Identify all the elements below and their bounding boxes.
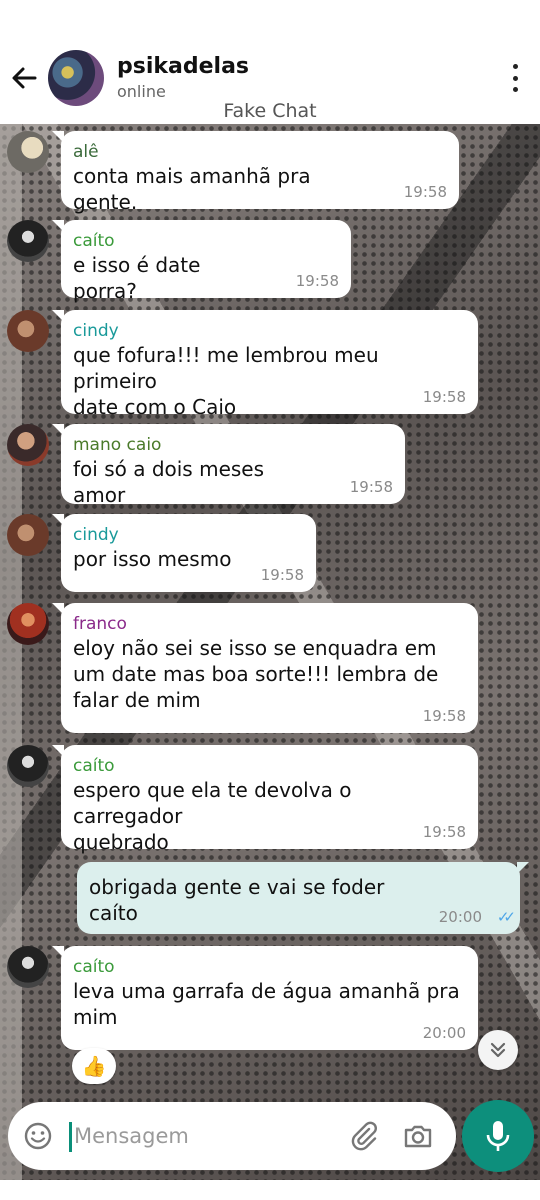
read-ticks-icon: ✓✓ — [496, 908, 516, 926]
sender-name: cindy — [73, 321, 119, 341]
emoji-icon[interactable] — [22, 1120, 54, 1152]
message-time: 20:00 — [422, 1024, 466, 1042]
avatar[interactable] — [7, 946, 49, 988]
camera-icon[interactable] — [402, 1120, 434, 1152]
chat-avatar[interactable] — [48, 50, 104, 106]
avatar[interactable] — [7, 424, 49, 466]
watermark-label: Fake Chat — [223, 100, 317, 122]
message-time: 19:58 — [260, 566, 304, 584]
avatar[interactable] — [7, 745, 49, 787]
message-time: 19:58 — [422, 388, 466, 406]
message-text: que fofura!!! me lembrou meu primeiro — [73, 343, 379, 393]
message-bubble[interactable]: franco eloy não sei se isso se enquadra … — [52, 603, 478, 733]
scroll-down-button[interactable] — [478, 1030, 518, 1070]
sender-name: mano caio — [73, 435, 162, 455]
message-text: foi só a dois meses amor — [73, 457, 265, 507]
sender-name: caíto — [73, 231, 115, 251]
message-text: quebrado — [73, 830, 169, 854]
avatar[interactable] — [7, 603, 49, 645]
message-time: 19:58 — [403, 183, 447, 201]
message-bubble[interactable]: caíto espero que ela te devolva o carreg… — [52, 745, 478, 854]
back-arrow-icon[interactable] — [8, 62, 40, 94]
message-bubble[interactable]: cindy que fofura!!! me lembrou meu prime… — [52, 310, 478, 419]
message-time: 20:00 — [438, 908, 482, 926]
message-input-bar — [8, 1102, 456, 1170]
message-text: espero que ela te devolva o carregador — [73, 778, 352, 828]
message-bubble[interactable]: mano caio foi só a dois meses amor 19:58 — [52, 424, 405, 507]
sender-name: caíto — [73, 957, 115, 977]
more-options-icon[interactable] — [508, 64, 522, 92]
message-text: um date mas boa sorte!!! lembra de — [73, 662, 439, 686]
chat-header: psikadelas online Fake Chat — [0, 0, 540, 124]
message-time: 19:58 — [295, 272, 339, 290]
message-text: leva uma garrafa de água amanhã pra — [73, 979, 460, 1003]
message-time: 19:58 — [422, 823, 466, 841]
sender-name: cindy — [73, 525, 119, 545]
text-cursor — [69, 1122, 72, 1152]
message-bubble[interactable]: alê conta mais amanhã pra gente. 19:58 — [52, 131, 459, 214]
message-text: falar de mim — [73, 688, 201, 712]
sender-name: alê — [73, 142, 99, 162]
message-text: date com o Caio — [73, 395, 237, 419]
paperclip-icon[interactable] — [348, 1120, 380, 1152]
avatar[interactable] — [7, 131, 49, 173]
message-text: mim — [73, 1005, 118, 1029]
message-bubble[interactable]: cindy por isso mesmo 19:58 — [52, 514, 316, 592]
double-chevron-down-icon — [490, 1042, 506, 1058]
message-bubble[interactable]: caíto e isso é date porra? 19:58 — [52, 220, 351, 303]
message-time: 19:58 — [349, 478, 393, 496]
avatar[interactable] — [7, 220, 49, 262]
microphone-icon — [486, 1121, 510, 1151]
outgoing-message-bubble[interactable]: obrigada gente e vai se foder caíto 20:0… — [77, 862, 529, 934]
reaction-badge[interactable]: 👍 — [72, 1048, 116, 1084]
avatar[interactable] — [7, 310, 49, 352]
chat-title[interactable]: psikadelas — [117, 54, 249, 79]
sender-name: caíto — [73, 756, 115, 776]
sender-name: franco — [73, 614, 127, 634]
message-text: eloy não sei se isso se enquadra em — [73, 636, 437, 660]
message-bubble[interactable]: caíto leva uma garrafa de água amanhã pr… — [52, 946, 478, 1050]
mic-button[interactable] — [462, 1100, 534, 1172]
chat-status: online — [117, 82, 166, 101]
message-time: 19:58 — [422, 707, 466, 725]
message-text: conta mais amanhã pra gente. — [73, 164, 311, 214]
message-input[interactable] — [74, 1116, 344, 1156]
avatar[interactable] — [7, 514, 49, 556]
wallpaper-strip — [0, 124, 22, 1180]
